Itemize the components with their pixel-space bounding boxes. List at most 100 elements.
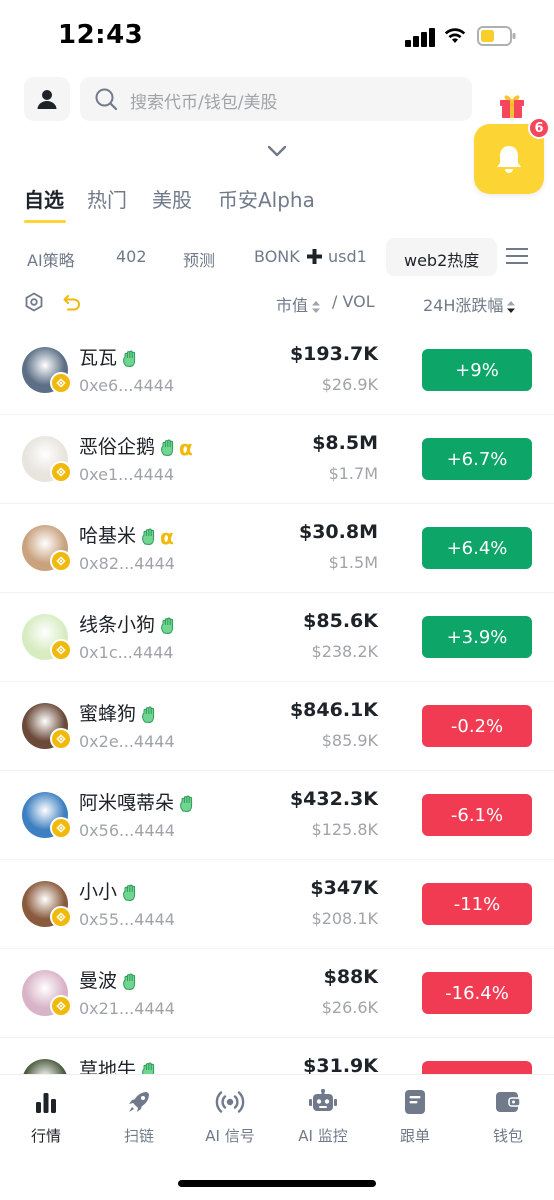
token-row[interactable]: 线条小狗 0x1c...4444 $85.6K $238.2K +3.9% [0, 593, 554, 682]
tab-binance-alpha[interactable]: 币安Alpha [218, 184, 315, 213]
tab-hot[interactable]: 热门 [87, 184, 127, 213]
search-input[interactable]: 搜索代币/钱包/美股 [80, 77, 472, 121]
chain-badge [50, 728, 72, 750]
chain-badge [50, 372, 72, 394]
bnb-chain-icon [56, 645, 66, 655]
tab-favorites[interactable]: 自选 [24, 184, 64, 213]
token-name: 蜜蜂狗 [79, 699, 158, 726]
token-name: 哈基米 α [79, 521, 174, 548]
nav-wallet[interactable]: 钱包 [468, 1087, 548, 1146]
token-address: 0x56...4444 [79, 821, 175, 840]
price-change-badge[interactable]: +9% [422, 349, 532, 391]
token-name-text: 线条小狗 [79, 614, 156, 636]
list-header: 市值 / VOL 24H涨跌幅 [0, 288, 554, 316]
subtab-usd1[interactable]: usd1 [328, 247, 367, 266]
token-market-cap: $193.7K [289, 343, 378, 365]
document-icon [405, 1090, 425, 1114]
token-name: 恶俗企鹅 α [79, 432, 193, 459]
nav-ai-signal[interactable]: AI 信号 [190, 1087, 270, 1146]
subtab-prediction[interactable]: 预测 [183, 247, 215, 271]
wifi-icon [444, 28, 466, 43]
token-name: 阿米嘎蒂朵 [79, 788, 196, 815]
token-market-cap: $432.3K [289, 788, 378, 810]
robot-icon [309, 1089, 337, 1111]
token-address: 0xe1...4444 [79, 465, 175, 484]
price-change-badge[interactable]: -0.2% [422, 705, 532, 747]
token-volume: $238.2K [311, 642, 378, 661]
notification-badge: 6 [528, 117, 550, 139]
price-change-badge[interactable]: +6.7% [422, 438, 532, 480]
bnb-chain-icon [56, 912, 66, 922]
subtab-web2-hot[interactable]: web2热度 [386, 238, 498, 276]
token-name-text: 哈基米 [79, 525, 137, 547]
nav-label: 跟单 [399, 1127, 430, 1145]
wallet-icon [496, 1092, 521, 1112]
home-indicator [178, 1180, 376, 1187]
bnb-chain-icon [56, 823, 66, 833]
token-row[interactable]: 小小 0x55...4444 $347K $208.1K -11% [0, 860, 554, 949]
token-volume: $26.9K [321, 375, 378, 394]
status-time: 12:43 [58, 20, 144, 50]
search-row: 搜索代币/钱包/美股 [0, 77, 554, 123]
token-address: 0x1c...4444 [79, 643, 174, 662]
price-change-badge[interactable]: -6.1% [422, 794, 532, 836]
mcap-sort-header[interactable]: 市值 [276, 292, 321, 316]
chain-badge [50, 995, 72, 1017]
bnb-chain-icon [56, 556, 66, 566]
search-placeholder: 搜索代币/钱包/美股 [130, 93, 278, 113]
status-bar: 12:43 [0, 0, 554, 72]
hand-wave-icon [123, 973, 136, 990]
token-address: 0x82...4444 [79, 554, 175, 573]
menu-icon[interactable] [506, 246, 528, 266]
token-market-cap: $846.1K [289, 699, 378, 721]
bnb-chain-icon [56, 734, 66, 744]
nav-ai-monitor[interactable]: AI 监控 [283, 1087, 363, 1146]
chain-badge [50, 550, 72, 572]
nav-scan[interactable]: 扫链 [99, 1087, 179, 1146]
price-change-badge[interactable]: -11% [422, 883, 532, 925]
undo-icon[interactable] [62, 292, 82, 312]
hand-wave-icon [142, 706, 155, 723]
chevron-down-icon[interactable] [266, 144, 288, 158]
token-row[interactable]: 阿米嘎蒂朵 0x56...4444 $432.3K $125.8K -6.1% [0, 771, 554, 860]
token-market-cap: $85.6K [303, 610, 378, 632]
tab-us-stocks[interactable]: 美股 [152, 184, 192, 213]
price-change-badge[interactable]: -16.4% [422, 972, 532, 1014]
chain-badge [50, 817, 72, 839]
token-name: 小小 [79, 877, 139, 904]
token-row[interactable]: 曼波 0x21...4444 $88K $26.6K -16.4% [0, 949, 554, 1038]
price-change-badge[interactable]: +3.9% [422, 616, 532, 658]
token-volume: $1.7M [328, 464, 378, 483]
token-row[interactable]: 哈基米 α 0x82...4444 $30.8M $1.5M +6.4% [0, 504, 554, 593]
nav-label: AI 信号 [205, 1127, 255, 1145]
mcap-label: 市值 [276, 296, 309, 315]
plus-icon [307, 249, 322, 264]
nav-label: 钱包 [492, 1127, 523, 1145]
change-sort-header[interactable]: 24H涨跌幅 [423, 292, 516, 316]
chain-badge [50, 461, 72, 483]
broadcast-icon [215, 1091, 245, 1113]
token-row[interactable]: 瓦瓦 0xe6...4444 $193.7K $26.9K +9% [0, 326, 554, 415]
token-row[interactable]: 恶俗企鹅 α 0xe1...4444 $8.5M $1.7M +6.7% [0, 415, 554, 504]
search-icon [95, 88, 118, 111]
hand-wave-icon [123, 350, 136, 367]
hand-wave-icon [161, 617, 174, 634]
token-address: 0xe6...4444 [79, 376, 175, 395]
alpha-tag: α [160, 524, 174, 549]
profile-button[interactable] [24, 77, 70, 121]
nav-label: 行情 [30, 1127, 61, 1145]
gift-icon[interactable] [497, 90, 527, 120]
subtab-bonk[interactable]: BONK [254, 247, 300, 266]
user-icon [37, 90, 57, 109]
nav-copy-trade[interactable]: 跟单 [375, 1087, 455, 1146]
chain-badge [50, 639, 72, 661]
nav-markets[interactable]: 行情 [6, 1087, 86, 1146]
token-name-text: 蜜蜂狗 [79, 703, 137, 725]
token-row[interactable]: 蜜蜂狗 0x2e...4444 $846.1K $85.9K -0.2% [0, 682, 554, 771]
settings-hex-icon[interactable] [24, 292, 44, 312]
token-market-cap: $88K [323, 966, 378, 988]
price-change-badge[interactable]: +6.4% [422, 527, 532, 569]
subtab-ai-strategy[interactable]: AI策略 [27, 247, 75, 271]
subtab-402[interactable]: 402 [116, 247, 147, 266]
token-volume: $1.5M [328, 553, 378, 572]
